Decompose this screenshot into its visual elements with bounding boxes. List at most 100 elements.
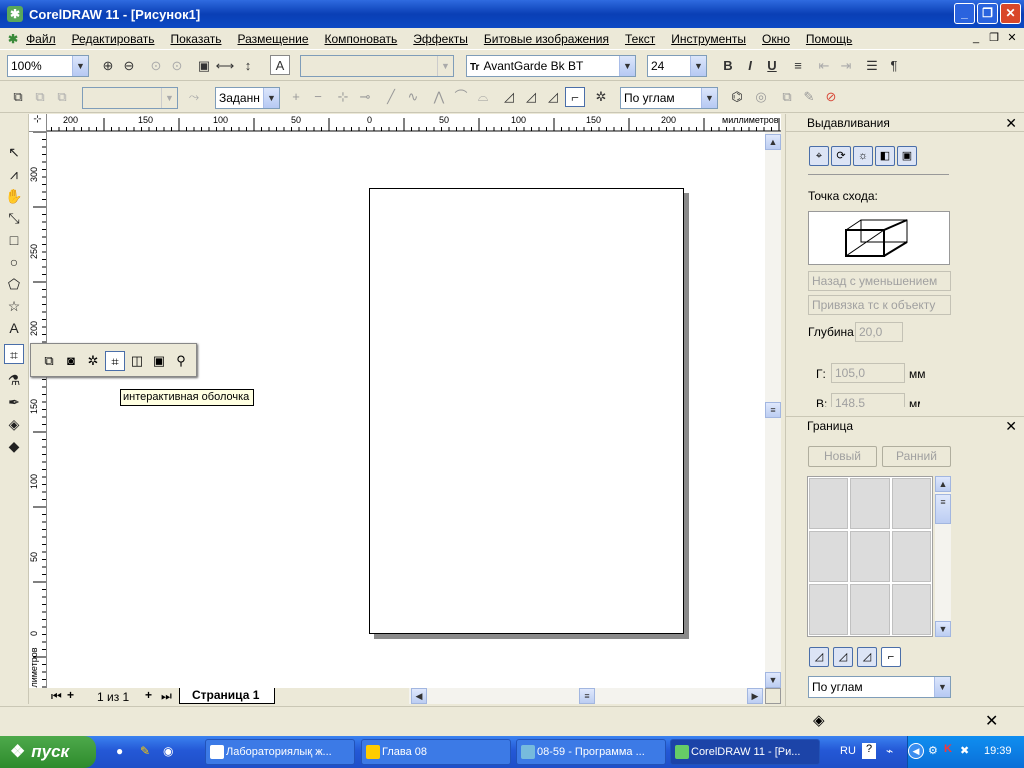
taskbar-item[interactable]: Лабораториялық ж... (205, 739, 355, 765)
envelope-preset-icon[interactable]: ⧉ (8, 87, 28, 107)
navigator-icon[interactable] (765, 688, 781, 704)
keep-lines-icon[interactable]: ⌬ (727, 87, 747, 107)
scroll-down-icon[interactable]: ▼ (935, 621, 951, 637)
blend-tool-icon[interactable]: ⧉ (39, 351, 59, 371)
unconstrained-mode-icon[interactable]: ⌐ (881, 647, 901, 667)
to-line-icon[interactable]: ╱ (381, 87, 401, 107)
create-envelope-from-icon[interactable]: ◎ (751, 87, 771, 107)
italic-icon[interactable]: I (740, 56, 760, 76)
extrude-camera-icon[interactable]: ⌖ (809, 146, 829, 166)
zoom-in-icon[interactable]: ⊕ (98, 56, 118, 76)
fill-tool-icon[interactable]: ◈ (4, 414, 24, 434)
smooth-icon[interactable]: ⌒ (451, 87, 471, 107)
menu-tools[interactable]: Инструменты (671, 32, 746, 46)
text-properties-icon[interactable]: A (270, 55, 290, 75)
zoom-height-icon[interactable]: ↕ (238, 56, 258, 76)
language-indicator[interactable]: RU (840, 745, 856, 757)
unconstrained-mode-icon[interactable]: ⌐ (565, 87, 585, 107)
docker-close-icon[interactable]: ✕ (1005, 418, 1017, 435)
menu-view[interactable]: Показать (170, 32, 221, 46)
freehand-tool-icon[interactable]: ⤡ (4, 208, 24, 228)
style-combo[interactable]: ▼ (300, 55, 454, 77)
doc-close-button[interactable]: ✕ (1004, 31, 1020, 45)
basic-shapes-tool-icon[interactable]: ☆ (4, 296, 24, 316)
drop-shadow-tool-icon[interactable]: ▣ (149, 351, 169, 371)
eyedropper-icon[interactable]: ✎ (799, 87, 819, 107)
taskbar-item[interactable]: CorelDRAW 11 - [Ри... (670, 739, 820, 765)
scroll-up-icon[interactable]: ▲ (765, 134, 781, 150)
tray-connection-icon[interactable]: ✖ (960, 744, 969, 757)
menu-layout[interactable]: Размещение (238, 32, 309, 46)
paragraph-icon[interactable]: ¶ (884, 56, 904, 76)
prev-button[interactable]: Ранний (882, 446, 951, 467)
taskbar-item[interactable]: Глава 08 (361, 739, 511, 765)
depth-input[interactable]: 20,0 (855, 322, 903, 342)
help-icon[interactable]: ? (862, 743, 876, 759)
new-button[interactable]: Новый (808, 446, 877, 467)
increase-indent-icon[interactable]: ⇥ (836, 56, 856, 76)
scroll-thumb[interactable]: ≡ (765, 402, 781, 418)
menu-file[interactable]: Файл (26, 32, 56, 46)
contour-tool-icon[interactable]: ◙ (61, 351, 81, 371)
tray-antivirus-icon[interactable]: K (944, 743, 952, 755)
pan-tool-icon[interactable]: ✋ (4, 186, 24, 206)
extrude-color-icon[interactable]: ◧ (875, 146, 895, 166)
fill-status-icon[interactable]: ◈ (813, 711, 825, 729)
outline-tool-icon[interactable]: ✒ (4, 392, 24, 412)
quicklaunch-icon[interactable]: ◉ (163, 744, 173, 758)
zoom-width-icon[interactable]: ⟷ (215, 56, 235, 76)
double-arc-mode-icon[interactable]: ◿ (857, 647, 877, 667)
vertical-ruler[interactable]: 300 250 200 150 100 50 0 миллиметров (29, 132, 47, 688)
preset-combo[interactable]: Заданн ▼ (215, 87, 280, 109)
to-curve-icon[interactable]: ∿ (403, 87, 423, 107)
add-new-envelope-icon[interactable]: ✲ (591, 87, 611, 107)
menu-bitmaps[interactable]: Битовые изображения (484, 32, 609, 46)
cusp-icon[interactable]: ⋀ (429, 87, 449, 107)
horizontal-ruler[interactable]: 200 150 100 50 0 50 100 150 200 миллимет… (29, 114, 781, 132)
quicklaunch-icon[interactable]: ● (116, 744, 123, 758)
doc-minimize-button[interactable]: _ (968, 31, 984, 45)
menu-window[interactable]: Окно (762, 32, 790, 46)
preset-list-combo[interactable]: ▼ (82, 87, 178, 109)
outline-status-icon[interactable]: ✕ (985, 711, 998, 731)
zoom-page-icon[interactable]: ▣ (194, 56, 214, 76)
break-node-icon[interactable]: ⊸ (355, 87, 375, 107)
scroll-right-icon[interactable]: ▶ (747, 688, 763, 704)
pick-tool-icon[interactable]: ↖ (4, 142, 24, 162)
extrude-rotate-icon[interactable]: ⟳ (831, 146, 851, 166)
menu-help[interactable]: Помощь (806, 32, 852, 46)
close-button[interactable]: ✕ (1000, 3, 1021, 24)
extrude-bevel-icon[interactable]: ▣ (897, 146, 917, 166)
drawing-page[interactable] (369, 188, 684, 634)
remove-preset-icon[interactable]: ⧉ (52, 87, 72, 107)
single-arc-mode-icon[interactable]: ◿ (521, 87, 541, 107)
zoom-combo[interactable]: 100% ▼ (7, 55, 89, 77)
bullets-icon[interactable]: ☰ (862, 56, 882, 76)
docker-close-icon[interactable]: ✕ (1005, 115, 1017, 132)
menu-text[interactable]: Текст (625, 32, 655, 46)
add-node-icon[interactable]: + (286, 87, 306, 107)
scroll-down-icon[interactable]: ▼ (765, 672, 781, 688)
scroll-thumb-h[interactable]: ≡ (579, 688, 595, 704)
join-nodes-icon[interactable]: ⊹ (333, 87, 353, 107)
scroll-up-icon[interactable]: ▲ (935, 476, 951, 492)
start-button[interactable]: ❖ пуск (0, 736, 96, 768)
tray-extra-icon[interactable]: ⌁ (886, 744, 893, 758)
ellipse-tool-icon[interactable]: ○ (4, 252, 24, 272)
scroll-left-icon[interactable]: ◀ (411, 688, 427, 704)
font-size-combo[interactable]: 24 ▼ (647, 55, 707, 77)
vertical-scrollbar[interactable]: ▲ ≡ ▼ (765, 132, 781, 688)
zoom-out-icon[interactable]: ⊖ (119, 56, 139, 76)
double-arc-mode-icon[interactable]: ◿ (543, 87, 563, 107)
text-tool-icon[interactable]: A (4, 318, 24, 338)
underline-icon[interactable]: U (762, 56, 782, 76)
distort-tool-icon[interactable]: ✲ (83, 351, 103, 371)
tray-network-icon[interactable]: ⚙ (928, 744, 938, 757)
align-icon[interactable]: ≡ (788, 56, 808, 76)
document-icon[interactable]: ✱ (8, 32, 18, 46)
last-page-icon[interactable]: ⏭ (161, 689, 172, 704)
interactive-tool-icon[interactable]: ⌗ (4, 344, 24, 364)
transparency-tool-icon[interactable]: ⚲ (171, 351, 191, 371)
tab-page-1[interactable]: Страница 1 (179, 688, 275, 704)
add-preset-icon[interactable]: ⧉ (30, 87, 50, 107)
